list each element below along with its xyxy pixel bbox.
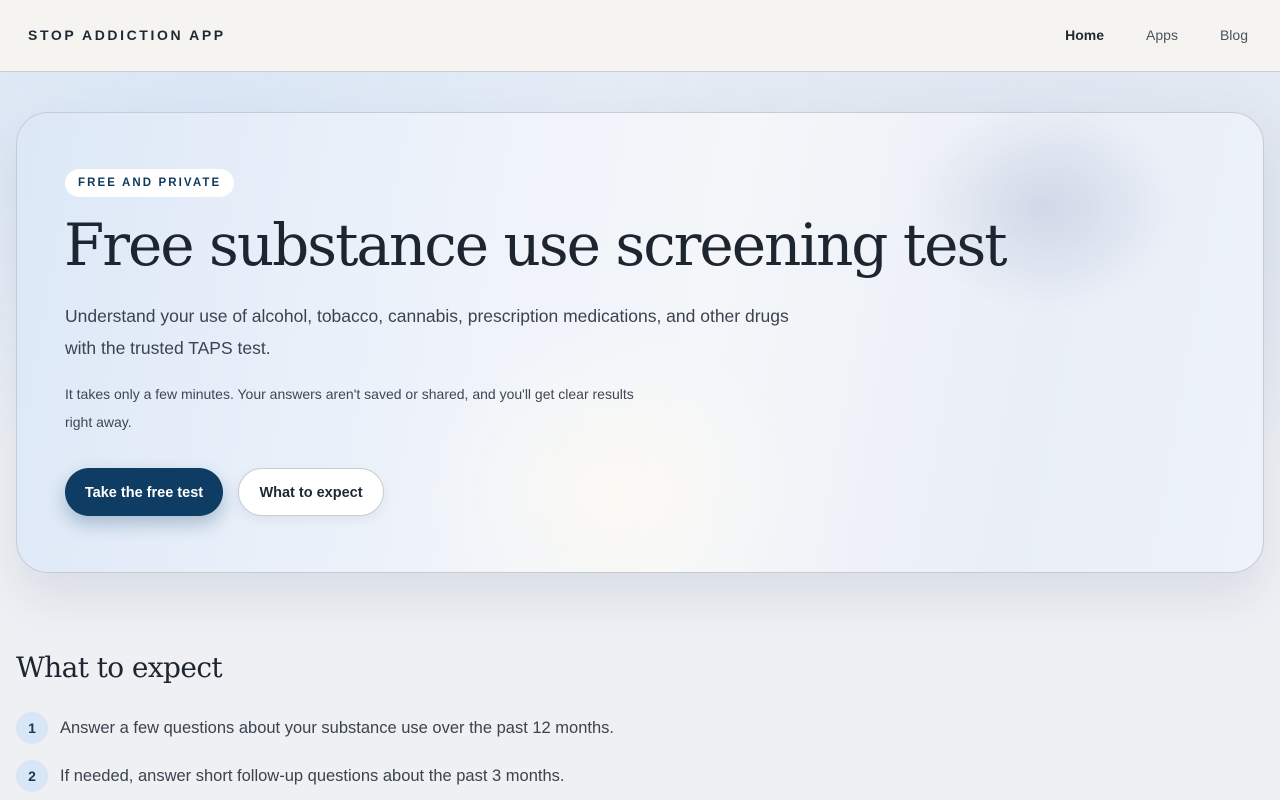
brand-logo-text[interactable]: STOP ADDICTION APP: [28, 27, 226, 43]
free-private-badge: FREE AND PRIVATE: [65, 169, 235, 197]
take-free-test-button[interactable]: Take the free test: [65, 468, 223, 516]
nav-blog-link[interactable]: Blog: [1220, 27, 1248, 43]
expect-step: 2 If needed, answer short follow-up ques…: [16, 760, 614, 792]
step-text: Answer a few questions about your substa…: [60, 718, 614, 737]
hero-note-text: It takes only a few minutes. Your answer…: [65, 386, 634, 430]
nav-home-link[interactable]: Home: [1065, 27, 1104, 43]
step-text: If needed, answer short follow-up questi…: [60, 766, 565, 785]
expect-step: 1 Answer a few questions about your subs…: [16, 712, 614, 744]
nav-apps-link[interactable]: Apps: [1146, 27, 1178, 43]
hero-title: Free substance use screening test: [64, 211, 1008, 279]
hero-card: FREE AND PRIVATE Free substance use scre…: [16, 112, 1264, 573]
what-to-expect-heading: What to expect: [16, 651, 223, 684]
expect-steps-list: 1 Answer a few questions about your subs…: [16, 712, 614, 800]
what-to-expect-button[interactable]: What to expect: [238, 468, 384, 516]
step-number-badge: 2: [16, 760, 48, 792]
main-nav: Home Apps Blog: [1023, 27, 1248, 43]
step-number-badge: 1: [16, 712, 48, 744]
hero-lead-text: Understand your use of alcohol, tobacco,…: [65, 306, 789, 358]
site-header: STOP ADDICTION APP Home Apps Blog: [0, 0, 1280, 72]
